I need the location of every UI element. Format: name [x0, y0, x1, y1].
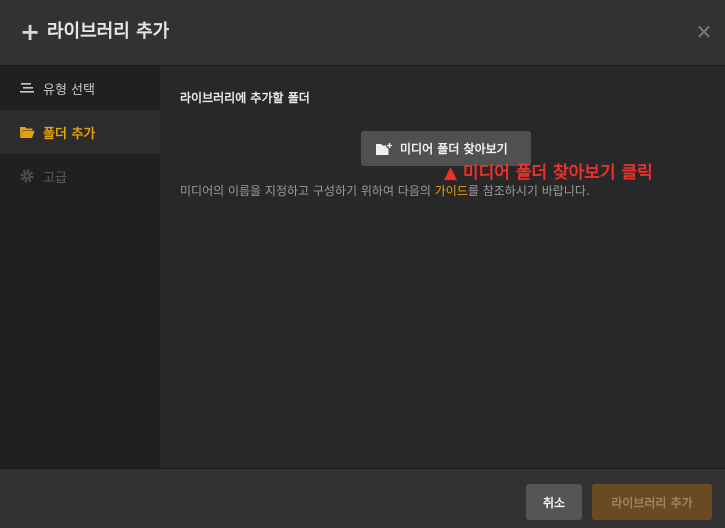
add-library-button[interactable]: 라이브러리 추가 [592, 484, 712, 520]
plus-icon: + [20, 18, 41, 46]
section-title: 라이브러리에 추가할 폴더 [180, 91, 310, 105]
help-text: 미디어의 이름을 지정하고 구성하기 위하여 다음의 가이드를 참조하시기 바랍… [180, 182, 590, 199]
sidebar-item-label: 유형 선택 [43, 82, 95, 98]
dialog-title: 라이브러리 추가 [47, 21, 170, 42]
cancel-button[interactable]: 취소 [526, 484, 582, 520]
sidebar: 유형 선택 폴더 추가 고급 [0, 66, 160, 468]
add-library-dialog: + 라이브러리 추가 ✕ 유형 선택 폴더 추가 고급 라이브러리에 추가할 폴… [0, 0, 725, 528]
folder-open-icon [19, 124, 35, 140]
annotation-text: ▲ 미디어 폴더 찾아보기 클릭 [444, 163, 653, 183]
sidebar-item-label: 고급 [43, 170, 67, 186]
sidebar-item-add-folder[interactable]: 폴더 추가 [0, 110, 160, 154]
list-icon [19, 80, 35, 96]
browse-button-label: 미디어 폴더 찾아보기 [400, 142, 508, 156]
main-panel [160, 66, 725, 468]
folder-add-icon [376, 141, 393, 156]
sidebar-item-label: 폴더 추가 [43, 126, 96, 142]
sidebar-item-advanced[interactable]: 고급 [0, 154, 160, 198]
guide-link[interactable]: 가이드 [435, 184, 468, 198]
sidebar-item-type-select[interactable]: 유형 선택 [0, 66, 160, 110]
help-text-after: 를 참조하시기 바랍니다. [467, 184, 590, 198]
help-text-before: 미디어의 이름을 지정하고 구성하기 위하여 다음의 [180, 184, 435, 198]
dialog-header: + 라이브러리 추가 ✕ [0, 0, 725, 66]
gear-icon [19, 168, 35, 184]
close-icon[interactable]: ✕ [694, 20, 714, 44]
